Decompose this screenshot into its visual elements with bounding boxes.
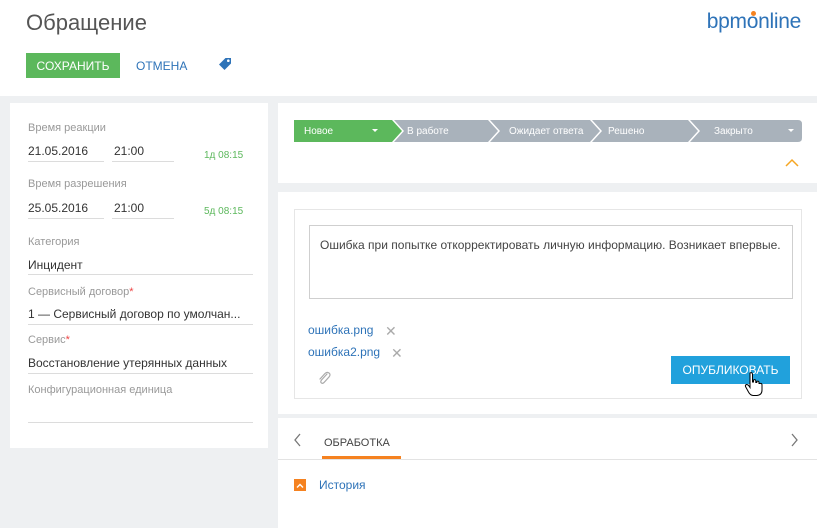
post-editor: Ошибка при попытке откорректировать личн… (294, 209, 802, 399)
service-required-mark: * (65, 334, 70, 346)
resolution-date-field[interactable]: 25.05.2016 (28, 201, 88, 215)
feed-post-panel: Ошибка при попытке откорректировать личн… (278, 192, 817, 414)
contract-required-mark: * (129, 286, 134, 298)
service-field[interactable]: Восстановление утерянных данных (28, 356, 253, 370)
stage-waiting[interactable]: Ожидает ответа (509, 120, 583, 142)
config-item-label: Конфигурационная единица (28, 384, 173, 396)
chevron-up-icon[interactable] (785, 158, 799, 168)
category-label: Категория (28, 236, 80, 248)
reaction-time-underline (112, 161, 174, 162)
tabs-divider (278, 459, 817, 460)
resolution-date-underline (28, 218, 104, 219)
config-item-underline (28, 422, 253, 423)
stage-panel: Новое В работе Ожидает ответа Решено Зак… (278, 103, 817, 183)
tag-icon[interactable] (218, 57, 232, 71)
contract-field[interactable]: 1 — Сервисный договор по умолчан... (28, 307, 253, 321)
reaction-date-underline (28, 161, 104, 162)
post-message-input[interactable]: Ошибка при попытке откорректировать личн… (309, 225, 793, 299)
reaction-remaining: 1д 08:15 (204, 150, 244, 161)
service-label-text: Сервис (28, 334, 66, 346)
chevron-right-icon[interactable] (788, 432, 800, 448)
attachment-1-remove-icon[interactable]: ✕ (385, 324, 397, 338)
history-collapse-icon[interactable] (294, 479, 306, 491)
stage-closed[interactable]: Закрыто (714, 120, 753, 142)
contract-label: Сервисный договор* (28, 286, 134, 298)
resolution-time-underline (112, 218, 174, 219)
tabs-panel: ОБРАБОТКА История (278, 418, 817, 528)
page-header: Обращение bpmonline СОХРАНИТЬ ОТМЕНА (0, 0, 817, 96)
category-underline (28, 274, 253, 275)
service-label: Сервис* (28, 334, 70, 346)
contract-underline (28, 324, 253, 325)
stage-new[interactable]: Новое (304, 120, 333, 142)
publish-button[interactable]: ОПУБЛИКОВАТЬ (671, 356, 790, 384)
attachment-link-2[interactable]: ошибка2.png (308, 345, 380, 359)
cancel-button[interactable]: ОТМЕНА (136, 53, 187, 78)
resolution-time-field[interactable]: 21:00 (114, 201, 144, 215)
stage-in-work[interactable]: В работе (407, 120, 449, 142)
page-title: Обращение (26, 10, 147, 35)
reaction-time-label: Время реакции (28, 122, 106, 134)
attachment-link-1[interactable]: ошибка.png (308, 323, 373, 337)
stage-progress-bar: Новое В работе Ожидает ответа Решено Зак… (294, 120, 802, 142)
bpmonline-logo: bpmonline (706, 10, 802, 34)
resolution-remaining: 5д 08:15 (204, 206, 244, 217)
paperclip-icon[interactable] (317, 370, 331, 386)
save-button[interactable]: СОХРАНИТЬ (26, 53, 120, 78)
logo-text-end: nline (758, 10, 801, 33)
history-section-title[interactable]: История (319, 478, 366, 492)
attachment-2-remove-icon[interactable]: ✕ (391, 346, 403, 360)
contract-label-text: Сервисный договор (28, 286, 130, 298)
stage-resolved[interactable]: Решено (608, 120, 644, 142)
reaction-time-field[interactable]: 21:00 (114, 144, 144, 158)
tab-processing[interactable]: ОБРАБОТКА (324, 437, 390, 449)
hand-cursor-icon (744, 372, 763, 396)
logo-text-start: bpm (706, 10, 747, 33)
category-field[interactable]: Инцидент (28, 258, 253, 272)
service-underline (28, 373, 253, 374)
reaction-date-field[interactable]: 21.05.2016 (28, 144, 88, 158)
logo-accent-dot (750, 11, 756, 16)
chevron-up-small-icon (296, 483, 304, 488)
case-details-panel: Время реакции 21.05.2016 21:00 1д 08:15 … (10, 103, 268, 448)
resolution-time-label: Время разрешения (28, 178, 127, 190)
chevron-left-icon[interactable] (292, 432, 304, 448)
